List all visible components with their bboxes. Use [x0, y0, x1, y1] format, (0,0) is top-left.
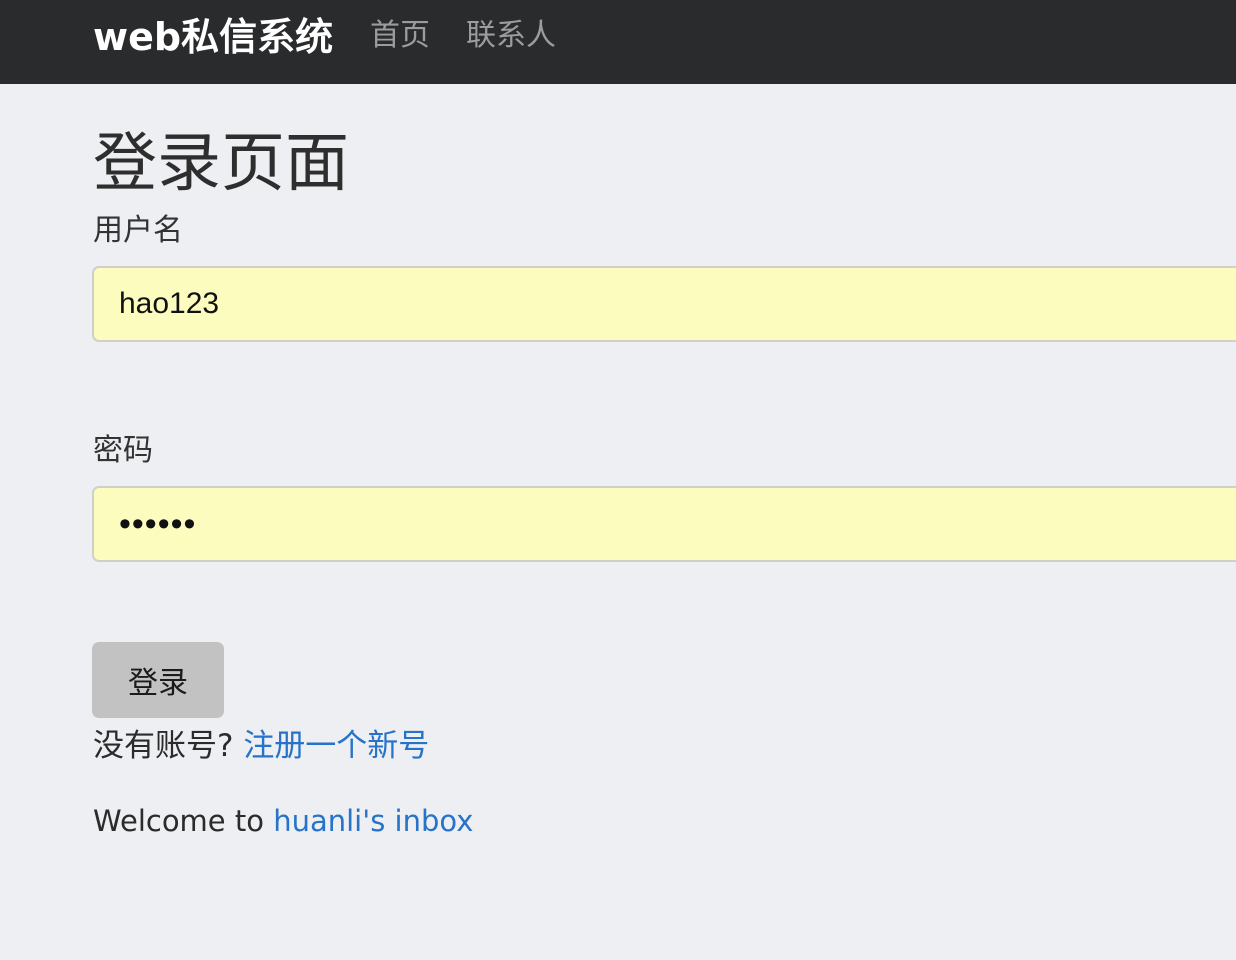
register-prompt: 没有账号?	[93, 728, 244, 764]
password-input[interactable]	[92, 486, 1236, 562]
register-prompt-row: 没有账号? 注册一个新号	[93, 720, 429, 765]
inbox-link[interactable]: huanli's inbox	[273, 804, 473, 838]
username-input[interactable]	[92, 266, 1236, 342]
username-label: 用户名	[93, 213, 183, 248]
login-button[interactable]: 登录	[92, 642, 224, 718]
welcome-text: Welcome to	[93, 804, 274, 838]
register-link[interactable]: 注册一个新号	[243, 728, 429, 764]
nav-link-contacts[interactable]: 联系人	[466, 10, 556, 54]
password-label: 密码	[93, 433, 153, 468]
page-title: 登录页面	[93, 127, 349, 201]
brand-link[interactable]: web私信系统	[93, 6, 333, 61]
nav-link-home[interactable]: 首页	[370, 10, 430, 54]
welcome-row: Welcome to huanli's inbox	[93, 804, 473, 838]
navbar: web私信系统 首页 联系人	[0, 0, 1236, 84]
